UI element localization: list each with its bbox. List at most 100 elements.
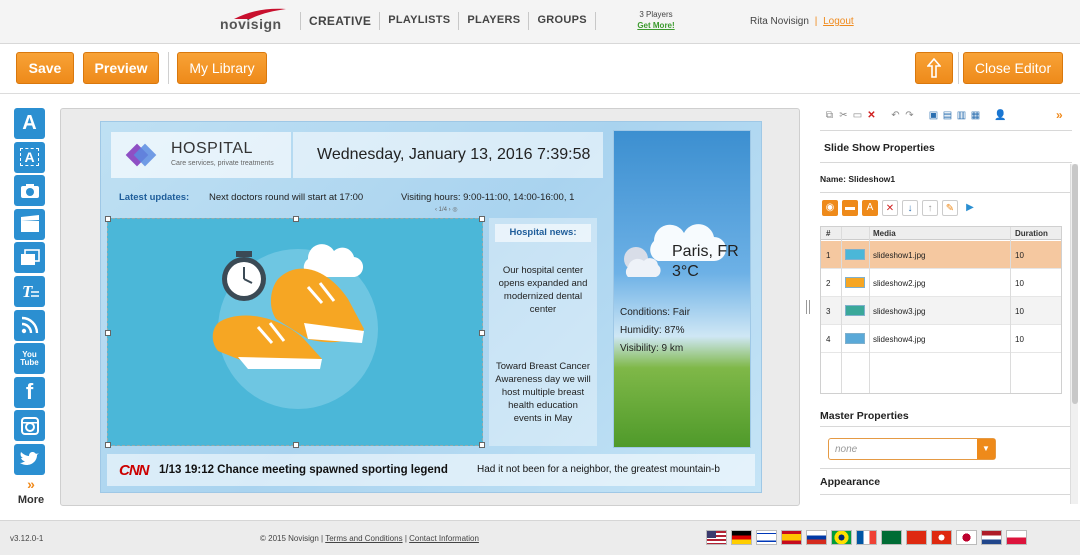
flag-es-icon[interactable] <box>781 530 802 545</box>
row-media: slideshow3.jpg <box>873 307 926 316</box>
add-video-icon[interactable]: ▬ <box>842 200 858 216</box>
send-backward-icon[interactable]: ▥ <box>956 110 967 121</box>
video-tool[interactable] <box>14 208 45 240</box>
flag-us-icon[interactable] <box>706 530 727 545</box>
hospital-title: HOSPITAL <box>171 140 253 157</box>
weather-widget[interactable]: Paris, FR 3°C Conditions: Fair Humidity:… <box>613 130 751 448</box>
flag-hk-icon[interactable] <box>931 530 952 545</box>
row-media: slideshow2.jpg <box>873 279 926 288</box>
flag-fr-icon[interactable] <box>856 530 877 545</box>
undo-icon[interactable]: ↶ <box>890 110 901 121</box>
table-row[interactable]: 4 slideshow4.jpg 10 <box>821 325 1061 353</box>
nav-creative[interactable]: CREATIVE <box>300 12 379 30</box>
resize-handle[interactable] <box>479 442 485 448</box>
hospital-logo-widget[interactable]: HOSPITAL Care services, private treatmen… <box>111 132 291 178</box>
paste-icon[interactable]: ▭ <box>852 110 863 121</box>
close-editor-button[interactable]: Close Editor <box>963 52 1063 84</box>
instagram-tool[interactable] <box>14 410 45 442</box>
redo-icon[interactable]: ↷ <box>904 110 915 121</box>
youtube-tool[interactable]: You Tube <box>14 343 45 375</box>
flag-pl-icon[interactable] <box>1006 530 1027 545</box>
flag-br-icon[interactable] <box>831 530 852 545</box>
edit-item-icon[interactable]: ✎ <box>942 200 958 216</box>
master-select-value: none <box>835 444 858 455</box>
add-image-icon[interactable]: ◉ <box>822 200 838 216</box>
table-row[interactable]: 1 slideshow1.jpg 10 <box>821 241 1061 269</box>
master-select[interactable]: none ▼ <box>828 438 996 460</box>
resize-handle[interactable] <box>479 330 485 336</box>
text-box-tool[interactable]: A <box>14 141 45 173</box>
slideshow-widget[interactable] <box>105 216 485 448</box>
nav-playlists[interactable]: PLAYLISTS <box>379 12 458 30</box>
copy-icon[interactable]: ⧉ <box>824 110 835 121</box>
twitter-tool[interactable] <box>14 443 45 475</box>
flag-il-icon[interactable] <box>756 530 777 545</box>
image-tool[interactable] <box>14 175 45 207</box>
datetime-widget[interactable]: Wednesday, January 13, 2016 7:39:58 <box>293 132 603 178</box>
save-button[interactable]: Save <box>16 52 74 84</box>
column-divider <box>869 227 870 393</box>
user-separator: | <box>814 16 818 27</box>
more-tools-button[interactable]: » More <box>14 477 48 508</box>
updates-ticker[interactable]: Latest updates: Next doctors round will … <box>111 186 611 208</box>
ticker-tool[interactable]: T <box>14 275 45 307</box>
footer: v3.12.0-1 © 2015 Novisign | Terms and Co… <box>0 520 1080 555</box>
bring-front-icon[interactable]: ▣ <box>928 110 939 121</box>
scrollbar-thumb[interactable] <box>1072 164 1078 404</box>
cnn-news-ticker[interactable]: CNN 1/13 19:12 Chance meeting spawned sp… <box>107 454 755 486</box>
table-row[interactable]: 2 slideshow2.jpg 10 <box>821 269 1061 297</box>
my-library-button[interactable]: My Library <box>177 52 267 84</box>
send-back-icon[interactable]: ▦ <box>970 110 981 121</box>
logout-link[interactable]: Logout <box>823 16 854 27</box>
contact-link[interactable]: Contact Information <box>409 534 479 543</box>
play-preview-icon[interactable]: ▶ <box>962 200 978 216</box>
nav-players[interactable]: PLAYERS <box>458 12 528 30</box>
resize-handle[interactable] <box>293 442 299 448</box>
upload-button[interactable] <box>915 52 953 84</box>
flag-cn-icon[interactable] <box>906 530 927 545</box>
resize-handle[interactable] <box>479 216 485 222</box>
divider <box>820 130 1072 131</box>
slideshow-pager[interactable]: ‹ 1/4 › ◎ <box>435 206 458 213</box>
table-row[interactable]: 3 slideshow3.jpg 10 <box>821 297 1061 325</box>
sneakers-stopwatch-image <box>212 244 378 409</box>
collapse-panel-icon[interactable]: » <box>1056 108 1063 122</box>
move-up-icon[interactable]: ↑ <box>922 200 938 216</box>
facebook-tool[interactable]: f <box>14 376 45 408</box>
novisign-logo[interactable]: novisign <box>218 8 288 34</box>
flag-nl-icon[interactable] <box>981 530 1002 545</box>
hospital-news-widget[interactable]: Hospital news: Our hospital center opens… <box>489 218 597 446</box>
divider <box>820 494 1072 495</box>
resize-handle[interactable] <box>293 216 299 222</box>
nav-groups[interactable]: GROUPS <box>528 12 596 30</box>
panel-scrollbar[interactable] <box>1070 164 1078 504</box>
get-more-link[interactable]: Get More! <box>620 21 692 30</box>
flag-ru-icon[interactable] <box>806 530 827 545</box>
resize-handle[interactable] <box>105 330 111 336</box>
slideshow-tool[interactable] <box>14 242 45 274</box>
resize-handle[interactable] <box>105 216 111 222</box>
add-user-icon[interactable]: 👤 <box>994 110 1006 121</box>
slide-preview[interactable]: HOSPITAL Care services, private treatmen… <box>100 121 762 493</box>
move-down-icon[interactable]: ↓ <box>902 200 918 216</box>
resize-handle[interactable] <box>105 442 111 448</box>
delete-icon[interactable]: ✕ <box>866 110 877 121</box>
bring-forward-icon[interactable]: ▤ <box>942 110 953 121</box>
editor-toolbar: Save Preview My Library Close Editor <box>0 44 1080 94</box>
remove-item-icon[interactable]: ✕ <box>882 200 898 216</box>
preview-button[interactable]: Preview <box>83 52 159 84</box>
text-tool[interactable]: A <box>14 108 45 139</box>
editor-canvas[interactable]: HOSPITAL Care services, private treatmen… <box>60 108 800 506</box>
add-text-icon[interactable]: A <box>862 200 878 216</box>
appearance-title[interactable]: Appearance <box>820 476 880 488</box>
text-icon: A <box>22 112 37 134</box>
updates-message: Next doctors round will start at 17:00 <box>209 192 364 203</box>
cut-icon[interactable]: ✂ <box>838 110 849 121</box>
terms-link[interactable]: Terms and Conditions <box>325 534 402 543</box>
flag-de-icon[interactable] <box>731 530 752 545</box>
flag-sa-icon[interactable] <box>881 530 902 545</box>
panel-splitter[interactable] <box>806 300 810 314</box>
rss-tool[interactable] <box>14 309 45 341</box>
row-media: slideshow4.jpg <box>873 335 926 344</box>
flag-jp-icon[interactable] <box>956 530 977 545</box>
